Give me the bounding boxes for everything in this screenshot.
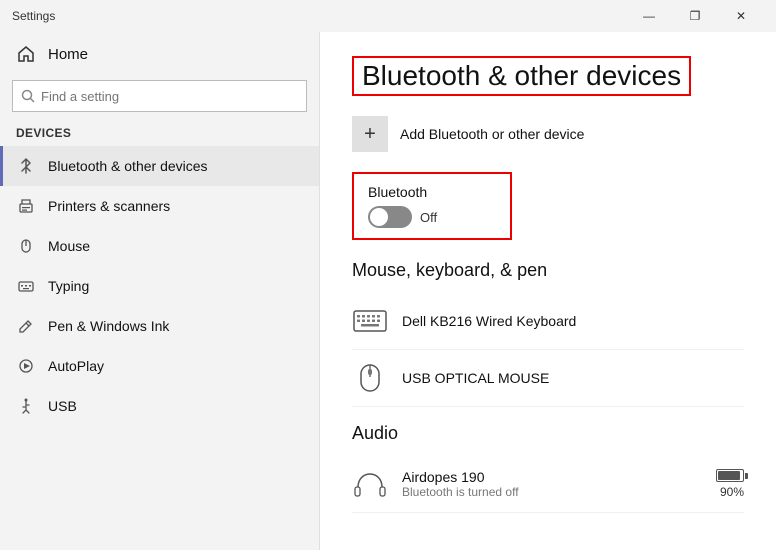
add-device-label: Add Bluetooth or other device bbox=[400, 126, 584, 142]
sidebar-item-autoplay-label: AutoPlay bbox=[48, 358, 104, 374]
autoplay-icon bbox=[16, 356, 36, 376]
mouse-device-icon bbox=[352, 360, 388, 396]
device-name-mouse: USB OPTICAL MOUSE bbox=[402, 370, 744, 386]
device-status-airdopes: Bluetooth is turned off bbox=[402, 485, 702, 499]
bluetooth-state: Off bbox=[420, 210, 437, 225]
sidebar-item-usb-label: USB bbox=[48, 398, 77, 414]
window-controls: — ❐ ✕ bbox=[626, 0, 764, 32]
bluetooth-label: Bluetooth bbox=[368, 184, 496, 200]
main-content: Bluetooth & other devices + Add Bluetoot… bbox=[320, 32, 776, 550]
bluetooth-toggle[interactable] bbox=[368, 206, 412, 228]
toggle-knob bbox=[370, 208, 388, 226]
app-body: Home Devices Bluetooth & other devices bbox=[0, 32, 776, 550]
device-row-keyboard: Dell KB216 Wired Keyboard bbox=[352, 293, 744, 350]
sidebar-item-mouse-label: Mouse bbox=[48, 238, 90, 254]
device-battery-airdopes: 90% bbox=[716, 469, 744, 499]
device-row-mouse: USB OPTICAL MOUSE bbox=[352, 350, 744, 407]
add-device-row[interactable]: + Add Bluetooth or other device bbox=[352, 116, 744, 152]
device-info-airdopes: Airdopes 190 Bluetooth is turned off bbox=[402, 469, 702, 499]
add-device-button[interactable]: + bbox=[352, 116, 388, 152]
sidebar-item-typing[interactable]: Typing bbox=[0, 266, 319, 306]
sidebar-item-typing-label: Typing bbox=[48, 278, 89, 294]
sidebar-item-usb[interactable]: USB bbox=[0, 386, 319, 426]
device-name-keyboard: Dell KB216 Wired Keyboard bbox=[402, 313, 744, 329]
bluetooth-icon bbox=[16, 156, 36, 176]
sidebar-item-bluetooth-label: Bluetooth & other devices bbox=[48, 158, 208, 174]
keyboard-icon bbox=[352, 303, 388, 339]
battery-bar bbox=[716, 469, 744, 482]
search-icon bbox=[21, 89, 35, 103]
maximize-button[interactable]: ❐ bbox=[672, 0, 718, 32]
sidebar: Home Devices Bluetooth & other devices bbox=[0, 32, 320, 550]
printer-icon bbox=[16, 196, 36, 216]
title-bar: Settings — ❐ ✕ bbox=[0, 0, 776, 32]
sidebar-item-pen[interactable]: Pen & Windows Ink bbox=[0, 306, 319, 346]
sidebar-item-pen-label: Pen & Windows Ink bbox=[48, 318, 169, 334]
minimize-button[interactable]: — bbox=[626, 0, 672, 32]
typing-icon bbox=[16, 276, 36, 296]
page-title: Bluetooth & other devices bbox=[352, 56, 691, 96]
sidebar-item-printers-label: Printers & scanners bbox=[48, 198, 170, 214]
device-info-mouse: USB OPTICAL MOUSE bbox=[402, 370, 744, 386]
bluetooth-toggle-row: Off bbox=[368, 206, 496, 228]
home-label: Home bbox=[48, 46, 88, 63]
sidebar-item-bluetooth[interactable]: Bluetooth & other devices bbox=[0, 146, 319, 186]
usb-icon bbox=[16, 396, 36, 416]
sidebar-item-mouse[interactable]: Mouse bbox=[0, 226, 319, 266]
device-info-keyboard: Dell KB216 Wired Keyboard bbox=[402, 313, 744, 329]
section-mouse-keyboard-pen: Mouse, keyboard, & pen bbox=[352, 260, 744, 407]
sidebar-item-printers[interactable]: Printers & scanners bbox=[0, 186, 319, 226]
device-row-airdopes: Airdopes 190 Bluetooth is turned off 90% bbox=[352, 456, 744, 513]
battery-fill bbox=[718, 471, 740, 480]
sidebar-item-autoplay[interactable]: AutoPlay bbox=[0, 346, 319, 386]
sidebar-item-home[interactable]: Home bbox=[0, 32, 319, 76]
battery-percent: 90% bbox=[720, 485, 744, 499]
app-title: Settings bbox=[12, 9, 55, 23]
search-box[interactable] bbox=[12, 80, 307, 112]
bluetooth-toggle-box: Bluetooth Off bbox=[352, 172, 512, 240]
sidebar-section-label: Devices bbox=[0, 122, 319, 146]
home-icon bbox=[16, 44, 36, 64]
section-title-audio: Audio bbox=[352, 423, 744, 444]
device-name-airdopes: Airdopes 190 bbox=[402, 469, 702, 485]
section-audio: Audio Airdopes 190 Bluetooth is turned o… bbox=[352, 423, 744, 513]
search-input[interactable] bbox=[41, 89, 298, 104]
section-title-mkp: Mouse, keyboard, & pen bbox=[352, 260, 744, 281]
close-button[interactable]: ✕ bbox=[718, 0, 764, 32]
mouse-icon bbox=[16, 236, 36, 256]
headphones-icon bbox=[352, 466, 388, 502]
pen-icon bbox=[16, 316, 36, 336]
